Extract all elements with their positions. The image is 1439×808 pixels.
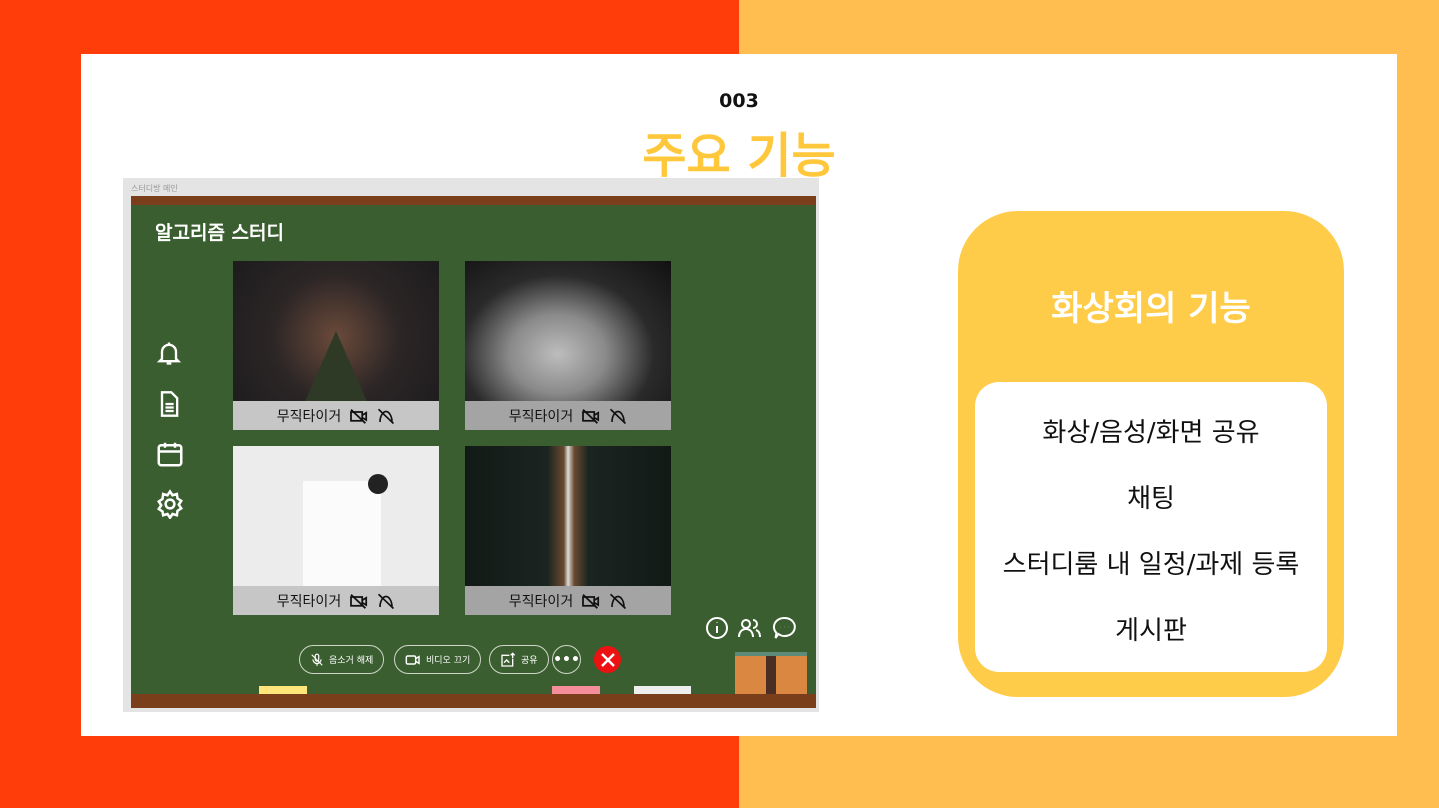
window-title: 스터디방 메인 — [131, 184, 178, 193]
feature-item: 채팅 — [1127, 484, 1175, 514]
more-icon: ••• — [553, 651, 580, 668]
slide-card: 003 주요 기능 스터디방 메인 알고리즘 스터디 무직타이거 무직타이거 무… — [81, 54, 1397, 736]
feature-panel-title: 화상회의 기능 — [1051, 289, 1251, 329]
feature-item: 게시판 — [1115, 616, 1187, 646]
participant-tile[interactable]: 무직타이거 — [465, 261, 671, 430]
video-off-button[interactable]: 비디오 끄기 — [394, 645, 482, 674]
participant-name: 무직타이거 — [508, 593, 574, 610]
eraser — [735, 652, 807, 696]
participant-tile[interactable]: 무직타이거 — [233, 261, 439, 430]
chalk-yellow — [259, 686, 307, 694]
info-icon[interactable] — [705, 616, 729, 640]
document-icon[interactable] — [155, 389, 183, 419]
ink-image — [368, 474, 388, 494]
mic-off-icon — [610, 593, 627, 609]
chat-icon[interactable] — [772, 616, 797, 640]
app-screenshot: 스터디방 메인 알고리즘 스터디 무직타이거 무직타이거 무직타이거 무직타이거 — [123, 178, 819, 712]
participant-tile[interactable]: 무직타이거 — [233, 446, 439, 615]
video-off-icon — [350, 593, 368, 609]
christmas-tree-image — [303, 331, 369, 406]
board-frame-top — [131, 196, 816, 205]
share-label: 공유 — [521, 656, 538, 666]
mic-off-icon — [311, 653, 323, 666]
participant-name: 무직타이거 — [276, 408, 342, 425]
unmute-label: 음소거 해제 — [329, 656, 374, 666]
mic-off-icon — [378, 593, 395, 609]
slide-title: 주요 기능 — [642, 128, 836, 184]
slide-number: 003 — [719, 90, 759, 112]
feature-panel: 화상회의 기능 화상/음성/화면 공유 채팅 스터디룸 내 일정/과제 등록 게… — [958, 211, 1344, 697]
paper-image — [303, 481, 381, 591]
video-off-icon — [582, 593, 600, 609]
chalk-pink — [552, 686, 600, 694]
unmute-button[interactable]: 음소거 해제 — [299, 645, 385, 674]
video-camera-icon — [405, 654, 420, 665]
share-button[interactable]: 공유 — [489, 645, 549, 674]
share-screen-icon — [501, 651, 516, 667]
chalk-white — [634, 686, 691, 694]
leave-button[interactable] — [594, 646, 621, 673]
board-frame-bottom — [131, 694, 816, 708]
participant-tile[interactable]: 무직타이거 — [465, 446, 671, 615]
calendar-icon[interactable] — [155, 439, 185, 469]
participants-icon[interactable] — [737, 616, 763, 640]
gear-icon[interactable] — [155, 489, 185, 519]
feature-item: 스터디룸 내 일정/과제 등록 — [1002, 550, 1300, 580]
participant-name: 무직타이거 — [276, 593, 342, 610]
video-off-icon — [350, 408, 368, 424]
feature-item: 화상/음성/화면 공유 — [1042, 418, 1260, 448]
participant-name: 무직타이거 — [508, 408, 574, 425]
feature-list: 화상/음성/화면 공유 채팅 스터디룸 내 일정/과제 등록 게시판 — [975, 382, 1327, 672]
mic-off-icon — [610, 408, 627, 424]
video-off-icon — [582, 408, 600, 424]
more-button[interactable]: ••• — [552, 645, 581, 674]
study-room-board: 알고리즘 스터디 무직타이거 무직타이거 무직타이거 무직타이거 음소거 해제 — [131, 196, 816, 708]
mic-off-icon — [378, 408, 395, 424]
room-title: 알고리즘 스터디 — [155, 222, 284, 244]
video-off-label: 비디오 끄기 — [426, 656, 471, 666]
close-icon — [600, 652, 615, 667]
bell-icon[interactable] — [155, 338, 183, 368]
